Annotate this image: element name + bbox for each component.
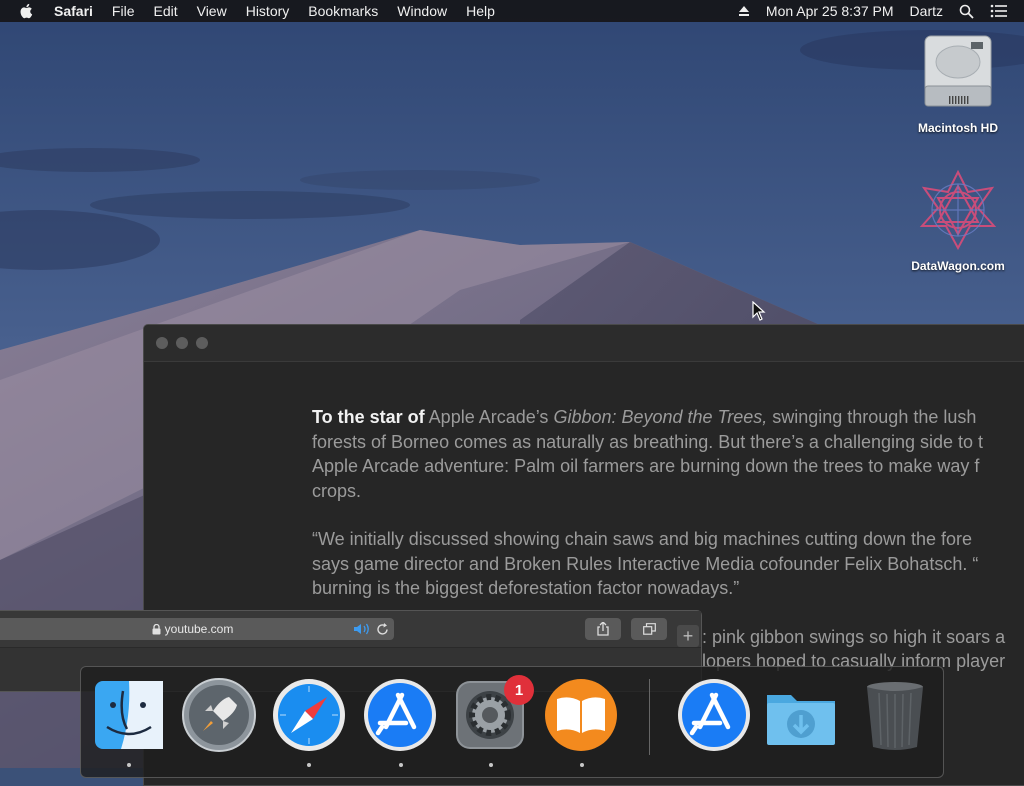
menu-edit[interactable]: Edit: [153, 3, 177, 19]
menu-history[interactable]: History: [246, 3, 290, 19]
downloads-folder-icon[interactable]: [763, 677, 839, 753]
datawagon-logo-icon: [919, 169, 997, 251]
dock-separator: [649, 679, 650, 755]
desktop-icon-datawagon[interactable]: DataWagon.com: [903, 169, 1013, 273]
app-store-icon[interactable]: [362, 677, 438, 753]
finder-icon[interactable]: [91, 677, 167, 753]
apple-menu-icon[interactable]: [18, 2, 36, 20]
dock: 1: [80, 666, 944, 778]
running-indicator: [399, 763, 403, 767]
menu-clock[interactable]: Mon Apr 25 8:37 PM: [766, 3, 894, 19]
article-paragraph-2: “We initially discussed showing chain sa…: [312, 527, 1024, 601]
tabs-overview-icon: [642, 623, 656, 635]
article-text: “We initially discussed showing chain sa…: [312, 529, 973, 549]
launchpad-icon[interactable]: [181, 677, 257, 753]
share-icon: [597, 622, 609, 636]
safari-icon[interactable]: [271, 677, 347, 753]
notification-badge: 1: [504, 675, 534, 705]
minimize-button[interactable]: [176, 337, 188, 349]
article-text: says game director and Broken Rules Inte…: [312, 553, 979, 574]
desktop-icon-label: DataWagon.com: [911, 259, 1005, 273]
running-indicator: [580, 763, 584, 767]
running-indicator: [127, 763, 131, 767]
trash-icon[interactable]: [857, 677, 933, 753]
zoom-button[interactable]: [196, 337, 208, 349]
audio-playing-icon[interactable]: [353, 623, 371, 635]
eject-icon[interactable]: [738, 5, 750, 17]
window-titlebar[interactable]: [144, 325, 1024, 362]
app-store-download-icon[interactable]: [676, 677, 752, 753]
menu-bar: Safari File Edit View History Bookmarks …: [0, 0, 1024, 22]
lock-icon: [152, 623, 161, 634]
plus-icon: +: [682, 625, 694, 646]
running-indicator: [307, 763, 311, 767]
desktop-icon-label: Macintosh HD: [917, 121, 998, 135]
article-paragraph-1: To the star of Apple Arcade’s Gibbon: Be…: [312, 405, 1024, 503]
running-indicator: [489, 763, 493, 767]
safari-toolbar: youtube.com: [0, 611, 701, 648]
reload-icon[interactable]: [376, 623, 389, 636]
notification-center-icon[interactable]: [990, 4, 1008, 18]
menu-help[interactable]: Help: [466, 3, 495, 19]
desktop-icon-macintosh-hd[interactable]: Macintosh HD: [903, 32, 1013, 135]
menu-user-name[interactable]: Dartz: [910, 3, 943, 19]
article-text: Apple Arcade adventure: Palm oil farmers…: [312, 456, 980, 476]
hard-drive-icon: [924, 35, 992, 107]
new-tab-button[interactable]: +: [677, 625, 699, 647]
article-text: Apple Arcade’s: [424, 407, 554, 427]
menu-bookmarks[interactable]: Bookmarks: [308, 3, 378, 19]
mouse-cursor-icon: [752, 301, 766, 321]
menu-view[interactable]: View: [197, 3, 227, 19]
menu-file[interactable]: File: [112, 3, 135, 19]
article-lead-text: To the star of: [312, 407, 425, 427]
article-text: burning is the biggest deforestation fac…: [312, 578, 740, 598]
menu-app-safari[interactable]: Safari: [54, 3, 93, 19]
article-text: forests of Borneo comes as naturally as …: [312, 431, 984, 452]
article-game-title: Gibbon: Beyond the Trees,: [553, 407, 768, 427]
share-button[interactable]: [585, 618, 621, 640]
article-text: swinging through the lush: [767, 407, 977, 427]
menu-window[interactable]: Window: [397, 3, 447, 19]
address-text: youtube.com: [164, 622, 234, 636]
show-tabs-button[interactable]: [631, 618, 667, 640]
close-button[interactable]: [156, 337, 168, 349]
spotlight-search-icon[interactable]: [959, 4, 974, 19]
address-bar[interactable]: youtube.com: [0, 618, 394, 640]
article-text: crops.: [312, 480, 362, 501]
books-icon[interactable]: [543, 677, 619, 753]
article-text: : pink gibbon swings so high it soars a: [702, 626, 1006, 647]
